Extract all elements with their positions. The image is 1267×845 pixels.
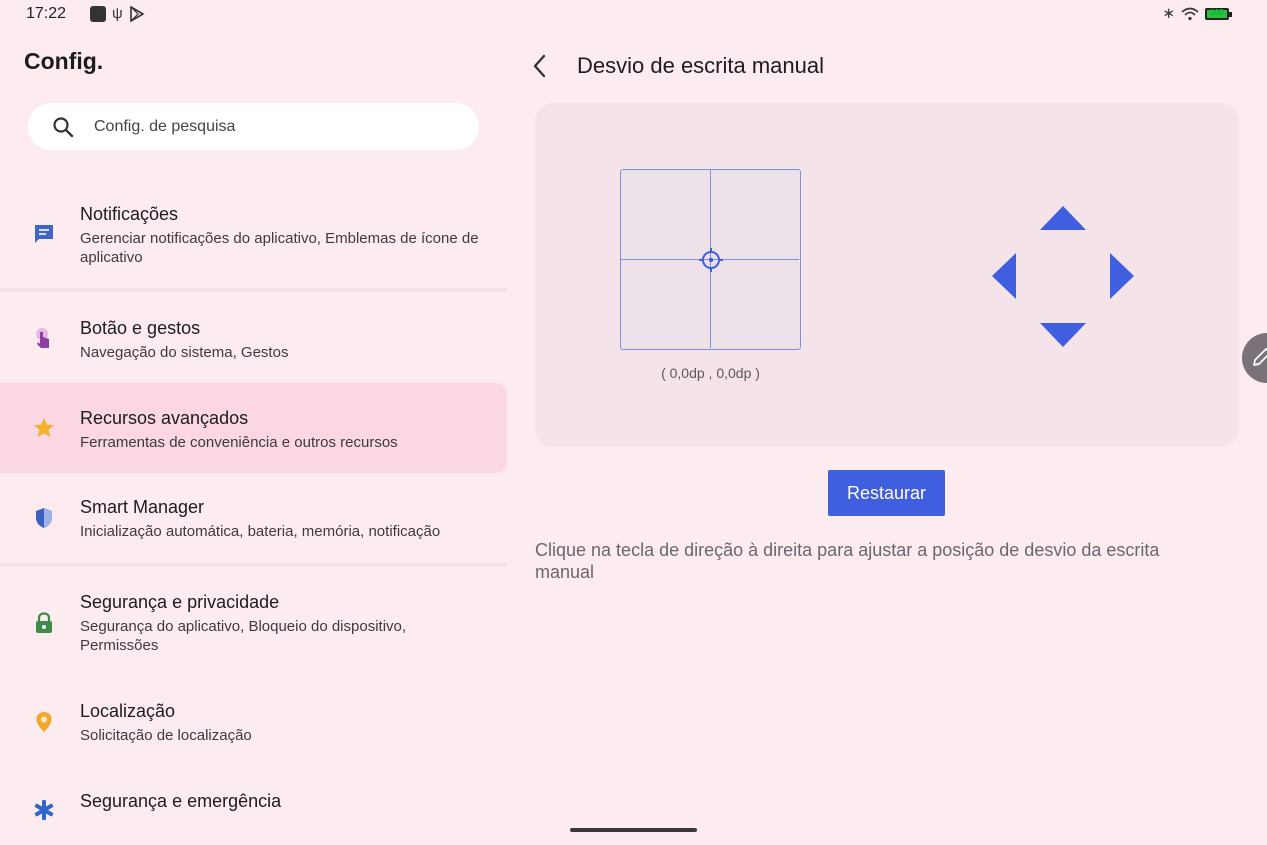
status-left-icons: ψ	[90, 5, 145, 23]
divider	[0, 288, 507, 292]
back-arrow-icon[interactable]	[530, 52, 550, 80]
settings-item-title: Botão e gestos	[80, 318, 201, 338]
settings-item-advanced-features[interactable]: Recursos avançados Ferramentas de conven…	[0, 383, 507, 473]
wifi-icon	[1181, 7, 1199, 21]
settings-item-smart-manager[interactable]: Smart Manager Inicialização automática, …	[0, 490, 507, 555]
offset-grid	[620, 169, 801, 350]
hint-text: Clique na tecla de direção à direita par…	[535, 540, 1160, 582]
settings-item-title: Segurança e privacidade	[80, 592, 280, 612]
offset-coordinates: ( 0,0dp , 0,0dp )	[661, 365, 760, 381]
settings-item-subtitle: Gerenciar notificações do aplicativo, Em…	[80, 230, 479, 266]
arrow-left-button[interactable]	[992, 253, 1016, 299]
settings-item-title: Notificações	[80, 204, 179, 224]
arrow-up-button[interactable]	[1040, 206, 1086, 230]
settings-item-location[interactable]: Localização Solicitação de localização	[0, 695, 507, 755]
divider	[0, 563, 507, 567]
search-icon	[53, 116, 74, 137]
settings-item-subtitle: Navegação do sistema, Gestos	[80, 344, 289, 361]
battery-icon: 100	[1205, 8, 1232, 20]
settings-item-gestures[interactable]: Botão e gestos Navegação do sistema, Ges…	[0, 310, 507, 370]
location-pin-icon	[36, 712, 52, 732]
offset-preview-card: ( 0,0dp , 0,0dp )	[535, 103, 1239, 447]
notifications-icon	[35, 225, 53, 243]
usb-icon: ψ	[112, 5, 123, 22]
screen: 17:22 ψ ∗ 100 Config. Config. de pesquis…	[0, 0, 1267, 845]
settings-item-safety-emergency[interactable]: Segurança e emergência	[0, 785, 507, 825]
settings-item-title: Smart Manager	[80, 497, 205, 517]
settings-item-title: Localização	[80, 701, 176, 721]
restore-button[interactable]: Restaurar	[828, 470, 945, 516]
search-bar[interactable]: Config. de pesquisa	[28, 103, 479, 150]
arrow-down-button[interactable]	[1040, 323, 1086, 347]
settings-item-title: Segurança e emergência	[80, 791, 282, 811]
battery-level: 100	[1210, 8, 1224, 17]
lock-icon	[36, 612, 52, 633]
shield-icon	[36, 508, 52, 528]
emergency-icon	[34, 800, 54, 820]
search-placeholder: Config. de pesquisa	[94, 117, 236, 135]
settings-item-subtitle: Solicitação de localização	[80, 727, 252, 744]
detail-panel: Desvio de escrita manual ( 0,0dp , 0,0dp…	[507, 30, 1267, 845]
gesture-navigation-handle[interactable]	[570, 828, 697, 832]
status-time: 17:22	[26, 5, 67, 22]
crosshair-icon	[699, 248, 723, 272]
arrow-right-button[interactable]	[1110, 253, 1134, 299]
settings-item-notifications[interactable]: Notificações Gerenciar notificações do a…	[0, 195, 507, 275]
status-right-icons: ∗ 100	[1162, 5, 1232, 23]
settings-item-title: Recursos avançados	[80, 408, 249, 428]
page-title: Config.	[24, 48, 104, 74]
settings-item-subtitle: Segurança do aplicativo, Bloqueio do dis…	[80, 618, 407, 654]
settings-item-security-privacy[interactable]: Segurança e privacidade Segurança do apl…	[0, 585, 507, 665]
settings-list-panel: Config. Config. de pesquisa Notificações…	[0, 30, 507, 845]
pen-icon	[1253, 348, 1267, 366]
star-icon	[34, 418, 54, 437]
gesture-icon	[36, 328, 49, 348]
settings-item-subtitle: Inicialização automática, bateria, memór…	[80, 523, 441, 540]
detail-title: Desvio de escrita manual	[577, 53, 825, 78]
status-bar: 17:22 ψ ∗ 100	[0, 0, 1267, 30]
bluetooth-icon: ∗	[1162, 5, 1175, 22]
app-notification-icon	[90, 6, 106, 22]
settings-item-subtitle: Ferramentas de conveniência e outros rec…	[80, 434, 398, 451]
play-store-icon	[129, 6, 145, 22]
